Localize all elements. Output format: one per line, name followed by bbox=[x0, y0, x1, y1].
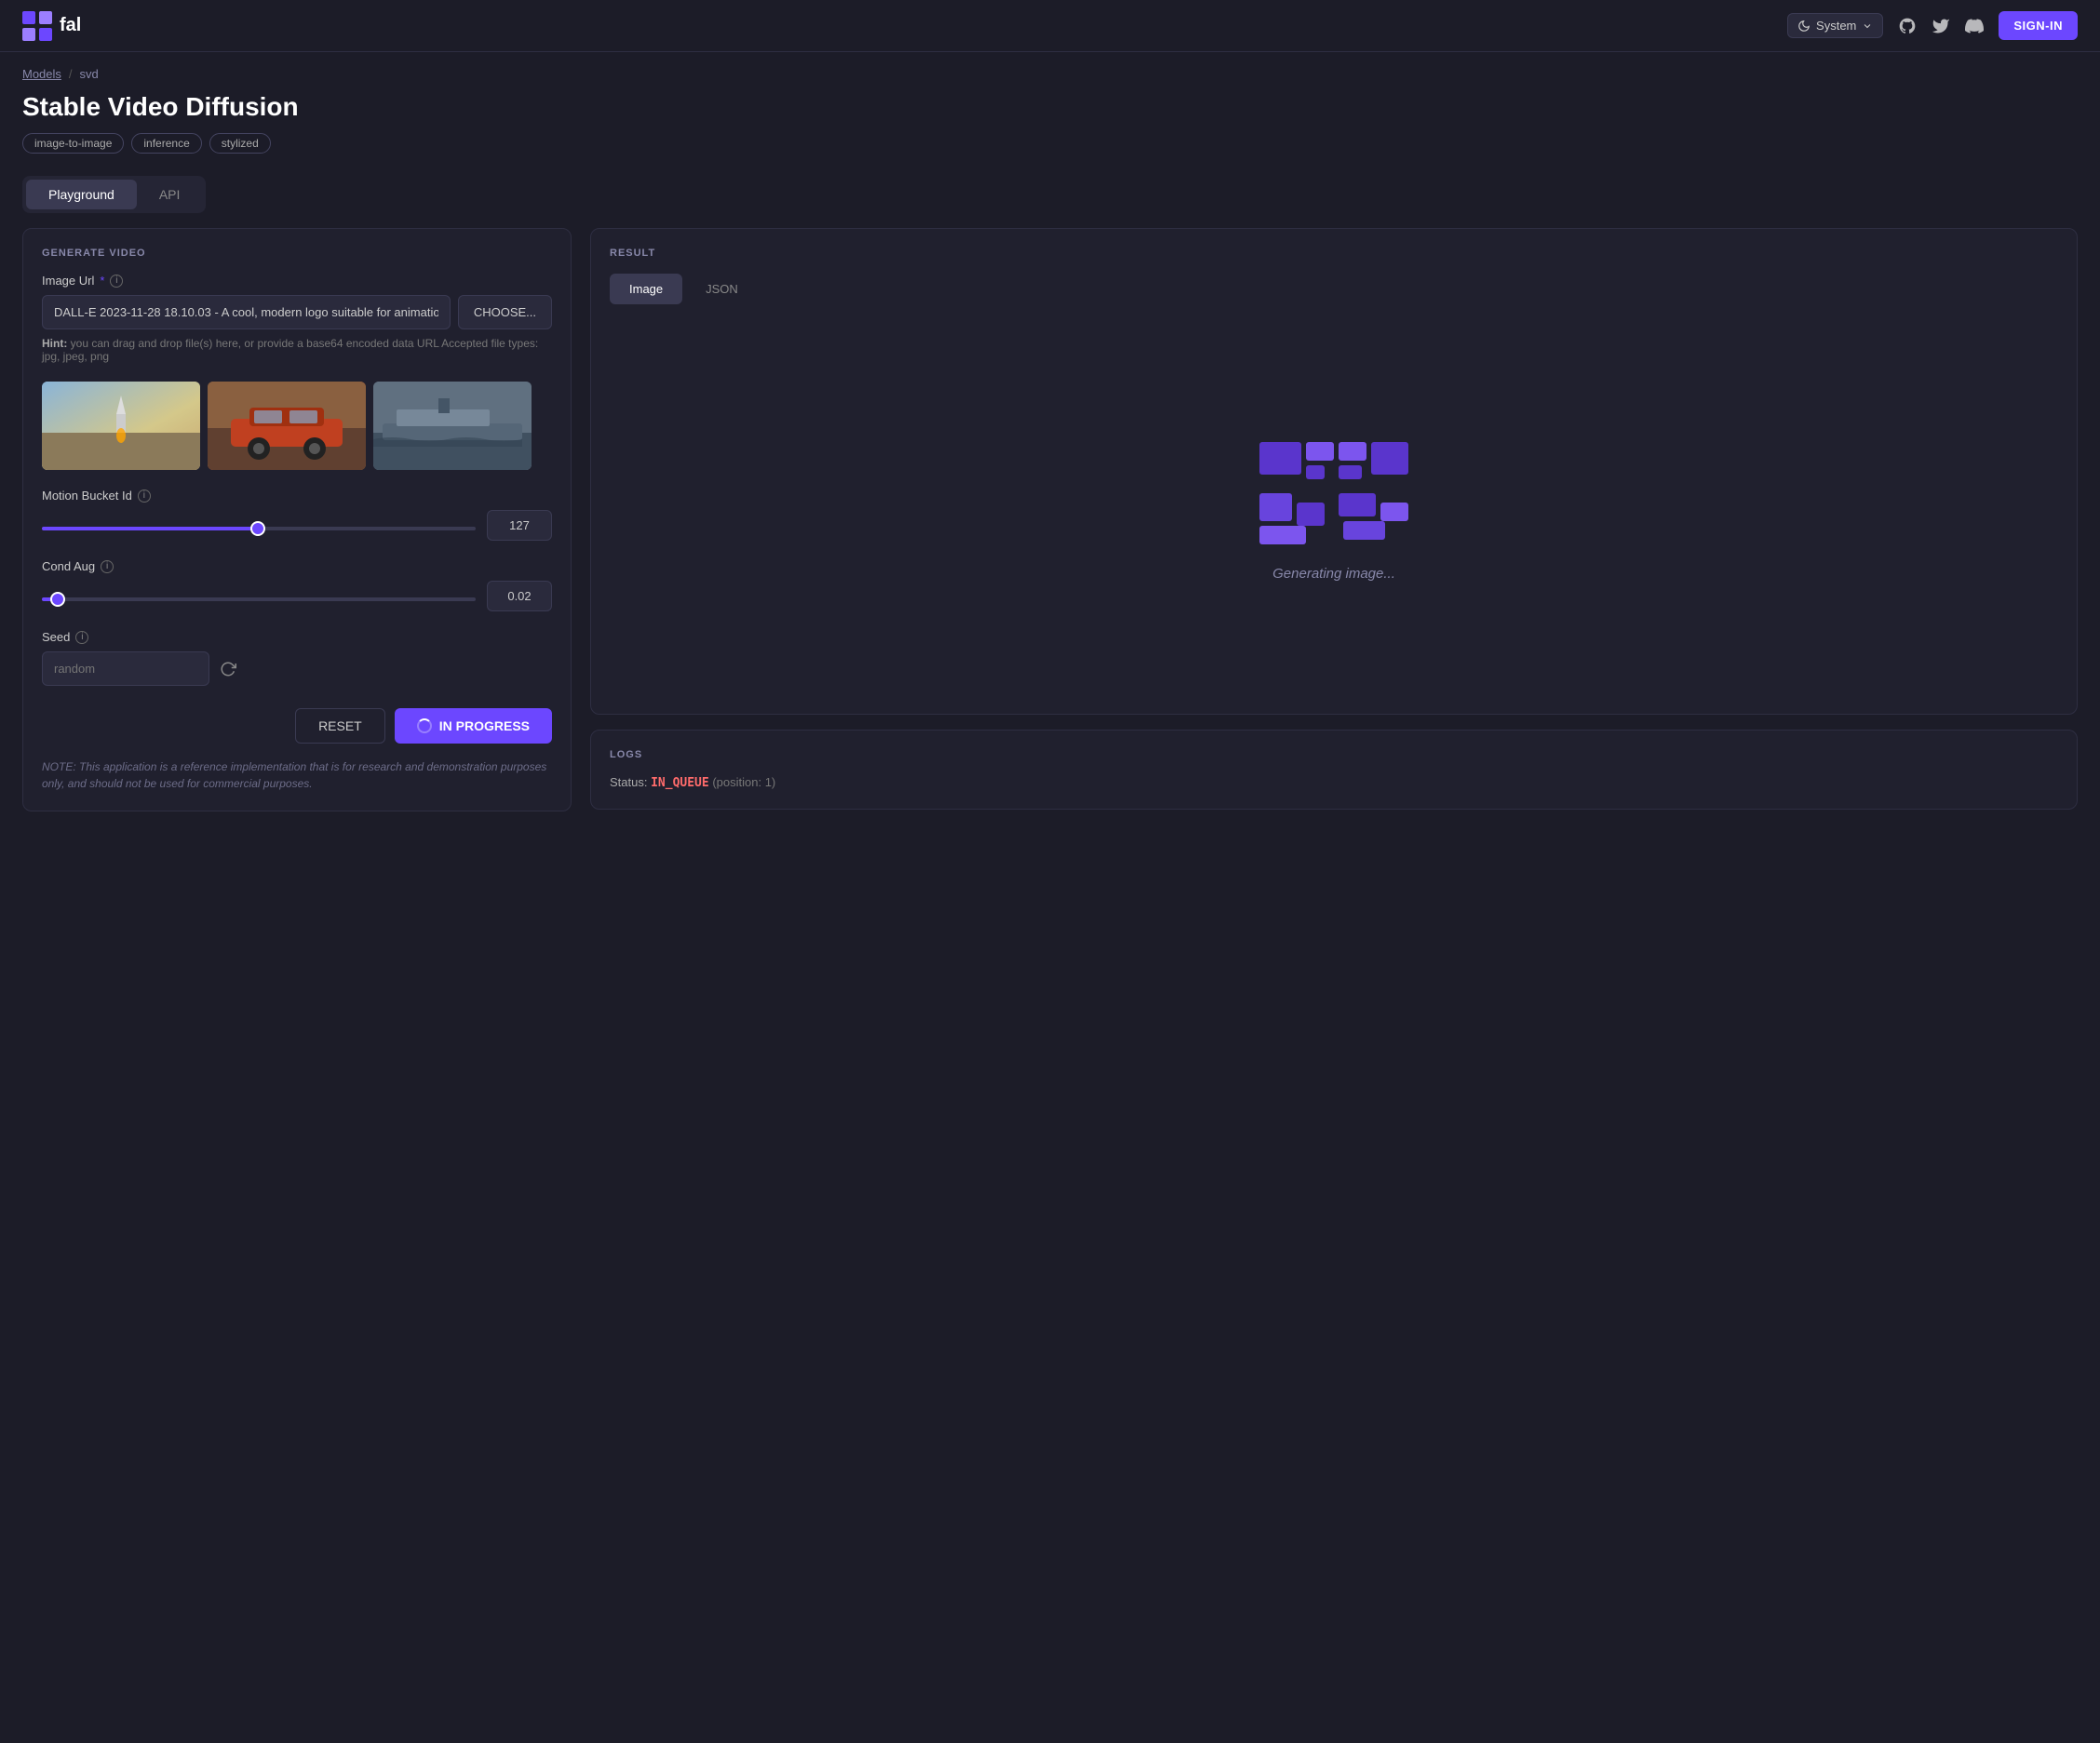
generating-text: Generating image... bbox=[1272, 566, 1395, 582]
motion-bucket-value-input[interactable] bbox=[487, 510, 552, 541]
motion-bucket-info-icon[interactable]: i bbox=[138, 489, 151, 503]
seed-section: Seed i bbox=[42, 630, 552, 686]
tag-inference: inference bbox=[131, 133, 201, 154]
result-panel: RESULT Image JSON bbox=[590, 228, 2078, 715]
tab-playground[interactable]: Playground bbox=[26, 180, 137, 209]
theme-selector[interactable]: System bbox=[1787, 13, 1883, 38]
page-title: Stable Video Diffusion bbox=[22, 92, 2078, 122]
image-url-label: Image Url * i bbox=[42, 274, 552, 288]
tag-image-to-image: image-to-image bbox=[22, 133, 124, 154]
logs-position: (position: 1) bbox=[712, 775, 775, 789]
main-tabs: Playground API bbox=[22, 176, 206, 213]
in-progress-button[interactable]: IN PROGRESS bbox=[395, 708, 552, 744]
result-title: RESULT bbox=[610, 248, 2058, 259]
github-icon[interactable] bbox=[1898, 17, 1917, 35]
thumbnail-ship[interactable] bbox=[373, 382, 532, 470]
generating-area: Generating image... bbox=[610, 323, 2058, 695]
cond-aug-slider[interactable] bbox=[42, 597, 476, 601]
note-text: NOTE: This application is a reference im… bbox=[42, 758, 552, 792]
motion-bucket-section: Motion Bucket Id i bbox=[42, 489, 552, 541]
action-buttons-row: RESET IN PROGRESS bbox=[42, 708, 552, 744]
cond-aug-slider-row bbox=[42, 581, 552, 611]
cond-aug-section: Cond Aug i bbox=[42, 559, 552, 611]
seed-info-icon[interactable]: i bbox=[75, 631, 88, 644]
choose-button[interactable]: CHOOSE... bbox=[458, 295, 552, 329]
breadcrumb-area: Models / svd bbox=[0, 52, 2100, 81]
logs-status-row: Status: IN_QUEUE (position: 1) bbox=[610, 775, 2058, 790]
seed-row bbox=[42, 651, 552, 686]
fal-logo-icon bbox=[22, 11, 52, 41]
moon-icon bbox=[1797, 20, 1811, 33]
generate-video-title: GENERATE VIDEO bbox=[42, 248, 552, 259]
twitter-icon[interactable] bbox=[1932, 17, 1950, 35]
cond-aug-info-icon[interactable]: i bbox=[101, 560, 114, 573]
result-tab-image[interactable]: Image bbox=[610, 274, 682, 304]
header-actions: System SIGN-IN bbox=[1787, 11, 2078, 40]
image-url-input[interactable] bbox=[42, 295, 451, 329]
motion-bucket-slider-wrapper bbox=[42, 518, 476, 533]
image-url-section: Image Url * i CHOOSE... Hint: you can dr… bbox=[42, 274, 552, 363]
image-url-row: CHOOSE... bbox=[42, 295, 552, 329]
result-tabs: Image JSON bbox=[610, 274, 2058, 304]
logs-status-code: IN_QUEUE bbox=[651, 776, 709, 790]
right-panel: RESULT Image JSON bbox=[590, 228, 2078, 811]
main-content: GENERATE VIDEO Image Url * i CHOOSE... H… bbox=[0, 213, 2100, 834]
left-panel: GENERATE VIDEO Image Url * i CHOOSE... H… bbox=[22, 228, 572, 811]
cond-aug-label: Cond Aug i bbox=[42, 559, 552, 573]
cond-aug-value-input[interactable] bbox=[487, 581, 552, 611]
motion-bucket-slider-row bbox=[42, 510, 552, 541]
logo-area: fal bbox=[22, 11, 81, 41]
chevron-down-icon bbox=[1862, 20, 1873, 32]
cond-aug-slider-wrapper bbox=[42, 589, 476, 604]
motion-bucket-label: Motion Bucket Id i bbox=[42, 489, 552, 503]
tag-stylized: stylized bbox=[209, 133, 271, 154]
breadcrumb-separator: / bbox=[69, 67, 73, 81]
seed-input[interactable] bbox=[42, 651, 209, 686]
required-star: * bbox=[100, 274, 104, 288]
tab-api[interactable]: API bbox=[137, 180, 203, 209]
breadcrumb-models-link[interactable]: Models bbox=[22, 67, 61, 81]
logo-text: fal bbox=[60, 15, 81, 36]
spinner-icon bbox=[417, 718, 432, 733]
reset-button[interactable]: RESET bbox=[295, 708, 385, 744]
fal-logo-large bbox=[1250, 437, 1418, 558]
logs-panel: LOGS Status: IN_QUEUE (position: 1) bbox=[590, 730, 2078, 810]
page-title-area: Stable Video Diffusion image-to-image in… bbox=[0, 81, 2100, 154]
refresh-seed-icon[interactable] bbox=[217, 658, 239, 680]
seed-label: Seed i bbox=[42, 630, 552, 644]
thumbnail-list bbox=[42, 382, 552, 470]
thumbnail-rocket[interactable] bbox=[42, 382, 200, 470]
tag-list: image-to-image inference stylized bbox=[22, 133, 2078, 154]
logs-title: LOGS bbox=[610, 749, 2058, 760]
discord-icon[interactable] bbox=[1965, 17, 1984, 35]
hint-text: Hint: you can drag and drop file(s) here… bbox=[42, 337, 552, 363]
main-tabs-area: Playground API bbox=[0, 154, 2100, 213]
breadcrumb-current: svd bbox=[80, 67, 99, 81]
sign-in-button[interactable]: SIGN-IN bbox=[1999, 11, 2078, 40]
motion-bucket-slider[interactable] bbox=[42, 527, 476, 530]
thumbnail-car[interactable] bbox=[208, 382, 366, 470]
image-url-info-icon[interactable]: i bbox=[110, 275, 123, 288]
result-tab-json[interactable]: JSON bbox=[686, 274, 758, 304]
breadcrumb: Models / svd bbox=[22, 67, 2078, 81]
header: fal System SIGN-IN bbox=[0, 0, 2100, 52]
